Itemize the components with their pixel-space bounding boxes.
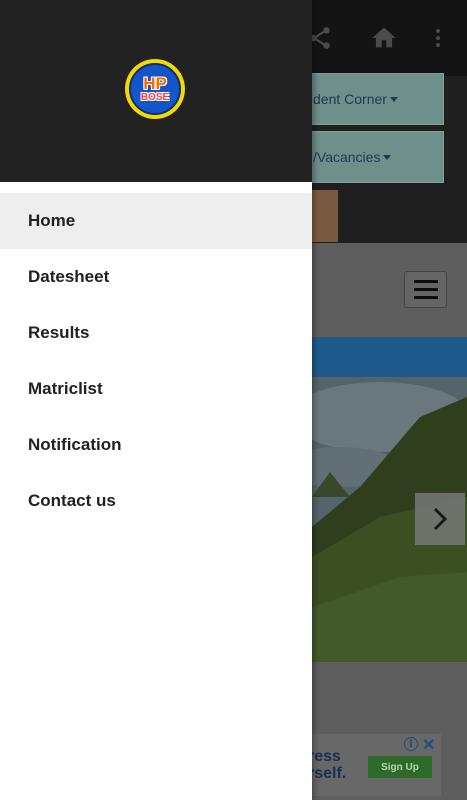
drawer-item-contact-us[interactable]: Contact us	[0, 473, 312, 529]
navigation-drawer: HP BOSE Home Datesheet Results Matriclis…	[0, 0, 312, 800]
ad-close-icon[interactable]: ✕	[422, 735, 435, 755]
ad-info-icon[interactable]: i	[404, 737, 418, 751]
drawer-header: HP BOSE	[0, 0, 312, 182]
drawer-item-notification[interactable]: Notification	[0, 417, 312, 473]
drawer-item-home[interactable]: Home	[0, 193, 312, 249]
site-hamburger-button[interactable]	[404, 271, 447, 308]
drawer-item-datesheet[interactable]: Datesheet	[0, 249, 312, 305]
drawer-item-matriclist[interactable]: Matriclist	[0, 361, 312, 417]
home-button[interactable]	[364, 18, 404, 58]
chevron-right-icon	[433, 507, 448, 531]
student-corner-menu[interactable]: dent Corner	[298, 73, 444, 125]
drawer-item-results[interactable]: Results	[0, 305, 312, 361]
ad-text-line1: ress	[308, 748, 341, 765]
caret-down-icon	[383, 154, 392, 160]
ad-banner[interactable]: ress rself. i ✕ Sign Up	[300, 734, 441, 796]
caret-down-icon	[389, 96, 398, 102]
logo-text-bose: BOSE	[140, 91, 170, 103]
carousel-next-button[interactable]	[415, 493, 465, 545]
overflow-menu-button[interactable]	[418, 18, 458, 58]
logo-text-hp: HP	[143, 73, 167, 93]
student-corner-label: dent Corner	[313, 91, 387, 107]
drawer-menu: Home Datesheet Results Matriclist Notifi…	[0, 193, 312, 529]
vacancies-label: /Vacancies	[313, 149, 381, 165]
more-vert-icon	[436, 29, 440, 47]
hpbose-logo: HP BOSE	[125, 59, 185, 119]
home-icon	[372, 27, 396, 48]
ad-signup-button[interactable]: Sign Up	[368, 756, 432, 778]
vacancies-menu[interactable]: /Vacancies	[298, 131, 444, 183]
ad-text: ress rself.	[308, 748, 346, 782]
ad-text-line2: rself.	[308, 765, 347, 782]
